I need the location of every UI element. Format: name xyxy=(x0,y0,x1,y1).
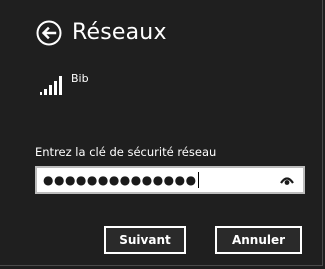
back-arrow-circle-icon xyxy=(36,20,62,46)
next-button[interactable]: Suivant xyxy=(104,226,186,254)
eye-reveal-password-icon[interactable] xyxy=(279,173,295,187)
header: Réseaux xyxy=(36,18,167,48)
wifi-signal-bars-icon xyxy=(40,76,62,95)
password-value: ●●●●●●●●●●●●●● xyxy=(43,173,197,187)
page-title: Réseaux xyxy=(72,20,167,45)
back-button[interactable] xyxy=(36,20,62,46)
network-name: Bib xyxy=(71,72,89,85)
cancel-button[interactable]: Annuler xyxy=(215,226,302,254)
text-caret xyxy=(197,172,199,188)
security-key-label: Entrez la clé de sécurité réseau xyxy=(35,145,217,159)
network-item: Bib xyxy=(39,72,89,96)
security-key-input[interactable]: ●●●●●●●●●●●●●● xyxy=(35,166,305,194)
network-pane: Réseaux Bib Entrez la clé de sécurité ré… xyxy=(0,0,323,266)
